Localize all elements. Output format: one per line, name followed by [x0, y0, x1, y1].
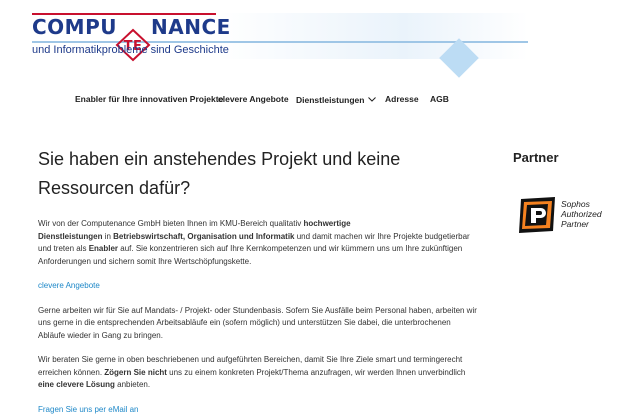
page-title-line1: Sie haben ein anstehendes Projekt und ke…: [38, 149, 400, 169]
site-logo[interactable]: COMPU TE NANCE: [32, 15, 231, 39]
clevere-angebote-link[interactable]: clevere Angebote: [38, 281, 100, 290]
text: uns zu einem konkreten Projekt/Thema anz…: [167, 368, 465, 377]
text-strong: Betriebswirtschaft, Organisation und Inf…: [113, 232, 294, 241]
sophos-line2: Authorized: [561, 209, 602, 219]
text: anbieten.: [115, 380, 150, 389]
email-paragraph: Fragen Sie uns per eMail an: [38, 404, 478, 416]
text: in: [102, 232, 113, 241]
text-strong: hochwertige: [303, 219, 350, 228]
chevron-down-icon: [368, 94, 376, 104]
intro-paragraph: Wir von der Computenance GmbH bieten Ihn…: [38, 218, 478, 268]
site-tagline: und Informatikprobleme sind Geschichte: [32, 44, 229, 56]
sophos-partner-badge[interactable]: Sophos Authorized Partner: [517, 196, 617, 236]
logo-suffix: NANCE: [151, 15, 231, 39]
text: Wir von der Computenance GmbH bieten Ihn…: [38, 219, 303, 228]
link-paragraph: clevere Angebote: [38, 280, 478, 293]
site-banner[interactable]: COMPU TE NANCE und Informatikprobleme si…: [32, 13, 528, 59]
text-strong: Enabler: [89, 244, 118, 253]
nav-item-enabler[interactable]: Enabler für Ihre innovativen Projekte: [75, 94, 223, 104]
email-link[interactable]: Fragen Sie uns per eMail an: [38, 405, 139, 414]
nav-item-agb[interactable]: AGB: [430, 94, 449, 104]
logo-prefix: COMPU: [32, 15, 117, 39]
nav-item-clevere-angebote[interactable]: clevere Angebote: [218, 94, 289, 104]
main-navigation: Enabler für Ihre innovativen Projekte cl…: [0, 90, 640, 114]
sophos-line1: Sophos: [561, 199, 590, 209]
nav-item-label: Dienstleistungen: [296, 95, 364, 105]
text-strong: Zögern Sie nicht: [104, 368, 167, 377]
main-content: Sie haben ein anstehendes Projekt und ke…: [38, 145, 478, 416]
nav-item-adresse[interactable]: Adresse: [385, 94, 419, 104]
sophos-text: Sophos Authorized Partner: [561, 199, 602, 229]
sophos-logo-icon: [517, 196, 559, 234]
advice-paragraph: Wir beraten Sie gerne in oben beschriebe…: [38, 354, 478, 392]
work-paragraph: Gerne arbeiten wir für Sie auf Mandats- …: [38, 305, 478, 343]
text-strong: eine clevere Lösung: [38, 380, 115, 389]
page-title-line2: Ressourcen dafür?: [38, 178, 190, 198]
text-strong: Dienstleistungen: [38, 232, 102, 241]
nav-item-dienstleistungen[interactable]: Dienstleistungen: [296, 94, 376, 105]
page-title: Sie haben ein anstehendes Projekt und ke…: [38, 145, 478, 203]
sophos-line3: Partner: [561, 219, 589, 229]
banner-background: [218, 13, 528, 59]
partner-heading: Partner: [513, 150, 559, 165]
